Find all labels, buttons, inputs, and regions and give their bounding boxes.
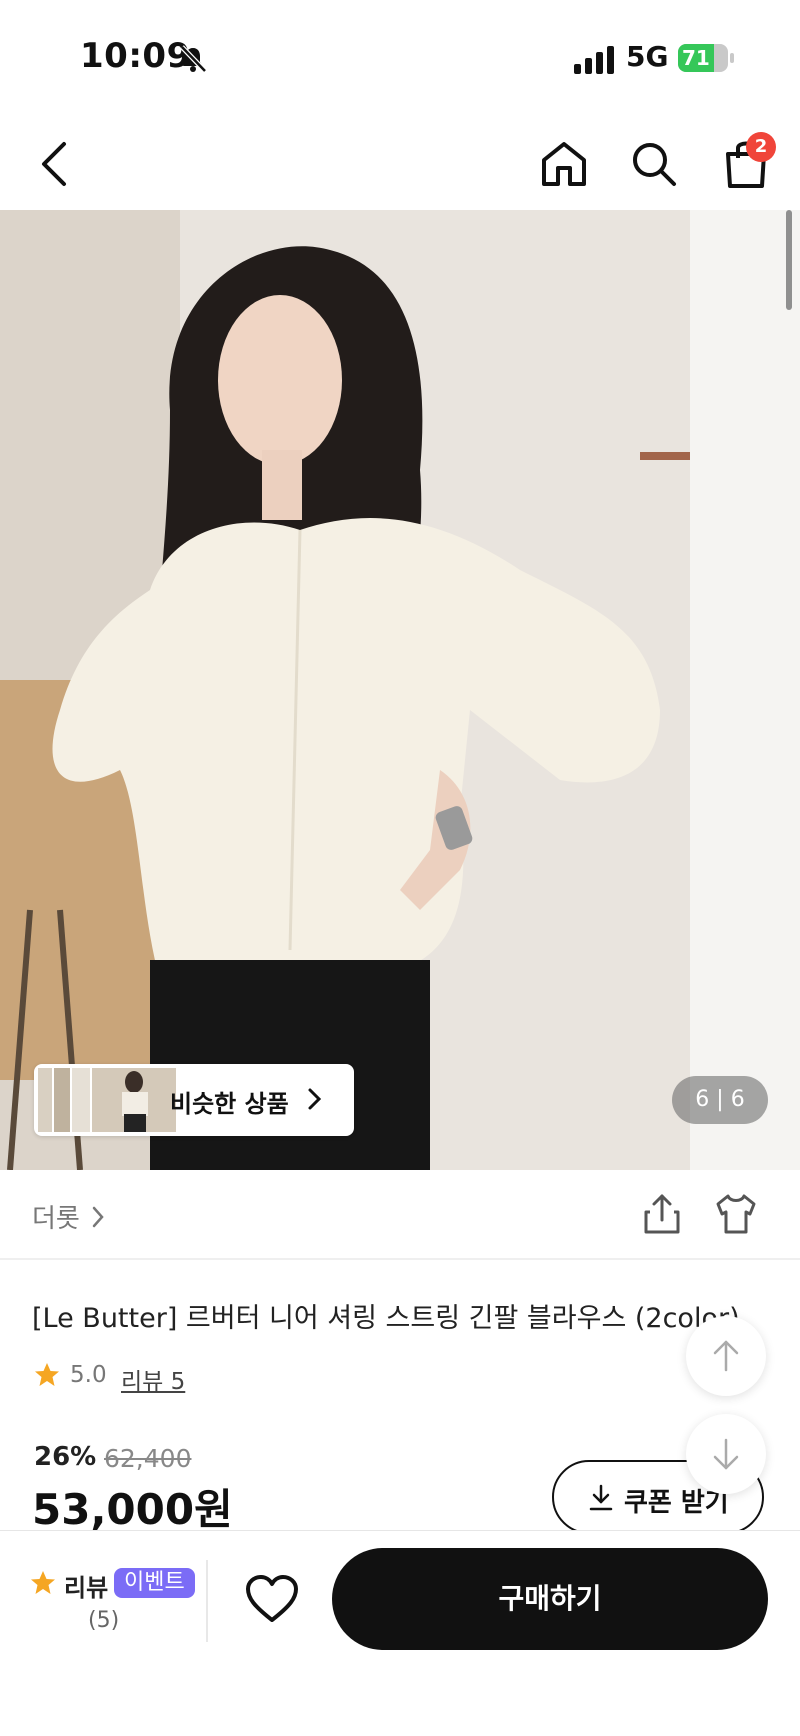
star-icon: [35, 1363, 59, 1386]
product-title: [Le Butter] 르버터 니어 셔링 스트링 긴팔 블라우스 (2colo…: [32, 1303, 740, 1334]
status-time: 10:09: [80, 36, 191, 76]
similar-products-button[interactable]: 비슷한 상품: [34, 1064, 354, 1136]
download-icon: [589, 1484, 613, 1511]
cart-count-badge: 2: [746, 132, 776, 162]
home-icon[interactable]: [538, 138, 590, 190]
share-icon[interactable]: [640, 1192, 684, 1236]
network-label: 5G: [626, 40, 669, 73]
star-icon: [31, 1571, 55, 1594]
similar-products-label: 비슷한 상품: [170, 1090, 289, 1118]
section-divider: [0, 1258, 800, 1260]
gallery-scrollbar[interactable]: [786, 210, 792, 310]
battery-percent: 71: [682, 46, 710, 70]
buy-button[interactable]: 구매하기: [332, 1548, 768, 1650]
original-price: 62,400: [104, 1444, 192, 1473]
review-link[interactable]: 리뷰 5: [121, 1362, 185, 1396]
scroll-top-button[interactable]: [686, 1316, 766, 1396]
rating-value: 5.0: [70, 1362, 107, 1388]
bottom-review-count: (5): [88, 1608, 120, 1633]
image-pager: 6 | 6: [672, 1076, 768, 1124]
discount-rate: 26%: [34, 1442, 97, 1472]
scroll-bottom-button[interactable]: [686, 1414, 766, 1494]
arrow-down-icon: [713, 1438, 739, 1470]
brand-link[interactable]: 더롯: [32, 1198, 80, 1235]
event-badge: 이벤트: [114, 1568, 195, 1598]
product-photo: [0, 210, 800, 1170]
similar-products-thumbnails: [38, 1068, 176, 1132]
arrow-up-icon: [713, 1340, 739, 1372]
back-icon[interactable]: [36, 138, 76, 190]
chevron-right-icon: [92, 1206, 104, 1228]
bottom-review-label[interactable]: 리뷰: [64, 1568, 108, 1603]
chevron-right-icon: [308, 1088, 322, 1110]
outfit-icon[interactable]: [712, 1192, 760, 1236]
bell-slash-icon: [180, 45, 207, 73]
product-image[interactable]: [0, 210, 800, 1170]
battery-icon: 71: [678, 44, 734, 72]
heart-icon[interactable]: [244, 1574, 300, 1624]
search-icon[interactable]: [628, 138, 680, 190]
sale-price: 53,000원: [32, 1485, 233, 1534]
signal-icon: [574, 46, 614, 74]
bottom-divider: [206, 1560, 208, 1642]
